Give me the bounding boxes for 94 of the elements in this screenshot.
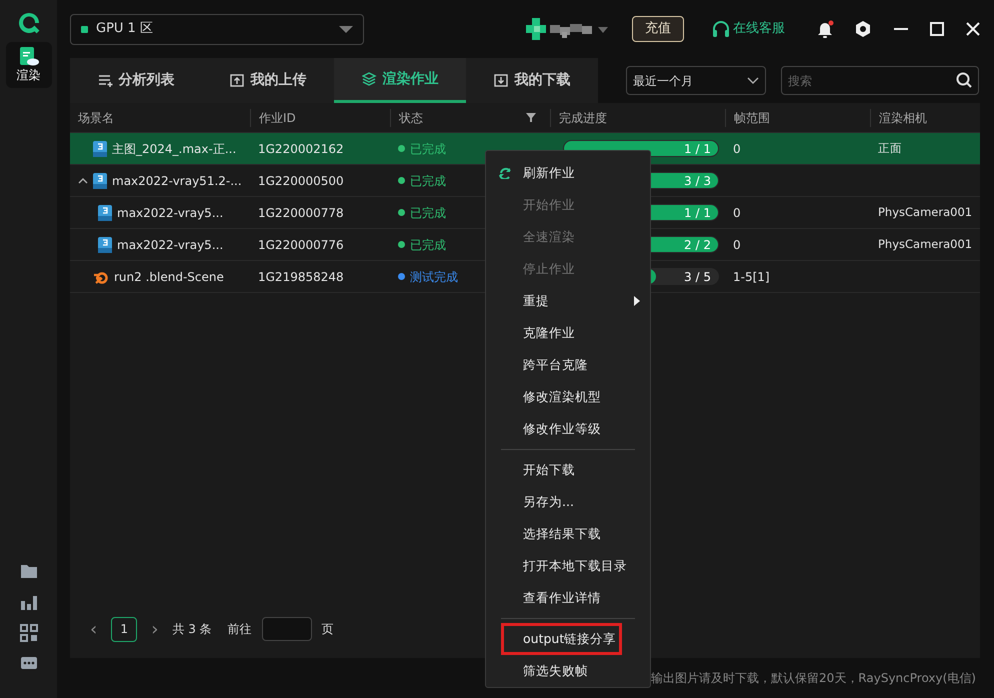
menu-item[interactable]: 打开本地下载目录	[486, 550, 650, 582]
scene-name: run2 .blend-Scene	[114, 268, 224, 286]
camera-name: PhysCamera001	[878, 236, 972, 253]
menu-item[interactable]: 克隆作业	[486, 317, 650, 349]
menu-item[interactable]: 跨平台克隆	[486, 349, 650, 381]
menu-item[interactable]: output链接分享	[501, 623, 622, 655]
notification-bell-icon[interactable]	[817, 20, 834, 38]
column-header: 作业ID	[259, 110, 296, 126]
refresh-icon	[499, 167, 511, 179]
maximize-icon	[930, 22, 944, 36]
max-file-icon	[98, 236, 112, 252]
previous-page-button[interactable]: ‹	[86, 616, 102, 642]
caret-icon	[339, 26, 353, 32]
next-page-button[interactable]: ›	[147, 616, 162, 642]
menu-item[interactable]: 开始下载	[486, 454, 650, 486]
download-icon	[494, 73, 508, 88]
status-text: 输出图片请及时下载，默认保留20天，RaySyncProxy(电信)	[651, 670, 976, 687]
progress-count: 3 / 3	[684, 172, 711, 189]
job-status: 测试完成	[410, 268, 458, 286]
progress-count: 1 / 1	[684, 204, 711, 221]
minimize-icon	[894, 28, 908, 30]
tab[interactable]: 我的下载	[466, 58, 598, 103]
status-square-icon	[81, 26, 88, 32]
render-nav-item[interactable]: 渲染	[6, 42, 52, 88]
scene-name: max2022-vray51.2-...	[112, 172, 242, 190]
page-input[interactable]	[262, 617, 312, 641]
total-count: 共 3 条	[172, 621, 212, 638]
menu-item[interactable]: 重提	[486, 285, 650, 317]
chat-icon[interactable]	[20, 656, 38, 670]
column-header: 场景名	[78, 110, 114, 126]
layers-icon	[362, 72, 376, 86]
scene-name: 主图_2024_.max-正...	[112, 140, 236, 158]
column-header: 完成进度	[559, 110, 607, 126]
close-icon	[966, 22, 980, 36]
upload-icon	[230, 73, 244, 88]
search-icon[interactable]	[956, 72, 972, 88]
job-id: 1G219858248	[258, 268, 344, 286]
progress-count: 2 / 2	[684, 236, 711, 253]
job-status: 已完成	[410, 236, 446, 254]
filter-icon[interactable]	[526, 113, 536, 122]
job-status: 已完成	[410, 172, 446, 190]
chevron-down-icon	[747, 77, 759, 84]
max-file-icon	[98, 204, 112, 220]
submenu-arrow-icon	[634, 296, 640, 306]
page-button[interactable]: 1	[111, 616, 138, 642]
menu-item[interactable]: 另存为...	[486, 486, 650, 518]
menu-item[interactable]: 选择结果下载	[486, 518, 650, 550]
maximize-button[interactable]	[930, 22, 944, 36]
period-select[interactable]: 最近一个月	[626, 66, 766, 95]
tab[interactable]: 我的上传	[202, 58, 334, 103]
document-cloud-icon	[18, 46, 38, 66]
menu-item[interactable]: 修改渲染机型	[486, 381, 650, 413]
page-unit: 页	[322, 621, 334, 638]
menu-item[interactable]: 查看作业详情	[486, 582, 650, 614]
job-id: 1G220000778	[258, 204, 344, 222]
list-icon	[98, 73, 112, 88]
frame-range: 0	[733, 204, 741, 222]
region-select[interactable]: GPU 1 区	[70, 14, 364, 44]
support-link[interactable]: 在线客服	[706, 18, 791, 40]
tab[interactable]: 分析列表	[70, 58, 202, 103]
job-status: 已完成	[410, 204, 446, 222]
menu-item[interactable]: 修改作业等级	[486, 413, 650, 445]
max-file-icon	[93, 140, 107, 156]
progress-count: 1 / 1	[684, 140, 711, 157]
progress-count: 3 / 5	[684, 268, 711, 285]
table-row[interactable]: 主图_2024_.max-正... 1G220002162 已完成 1 / 1 0 正面	[70, 133, 980, 165]
qr-code-icon[interactable]	[20, 624, 38, 642]
menu-item[interactable]: 筛选失败帧	[486, 655, 650, 687]
expand-toggle-icon[interactable]	[78, 176, 88, 184]
headset-icon	[712, 20, 730, 38]
column-header: 状态	[399, 110, 423, 126]
blurred-user-drawing[interactable]	[526, 18, 610, 40]
job-id: 1G220000500	[258, 172, 344, 190]
folder-icon[interactable]	[20, 562, 38, 579]
scene-name: max2022-vray5...	[117, 236, 224, 254]
frame-range: 1-5[1]	[733, 268, 770, 286]
scene-name: max2022-vray5...	[117, 204, 224, 222]
camera-name: 正面	[878, 140, 902, 157]
job-status: 已完成	[410, 140, 446, 158]
max-file-icon	[93, 172, 107, 188]
bar-chart-icon[interactable]	[20, 593, 38, 610]
column-header: 渲染相机	[879, 110, 927, 126]
camera-name: PhysCamera001	[878, 204, 972, 221]
tab[interactable]: 渲染作业	[334, 58, 466, 103]
column-header: 帧范围	[734, 110, 770, 126]
settings-icon[interactable]	[854, 20, 872, 38]
job-id: 1G220000776	[258, 236, 344, 254]
close-button[interactable]	[966, 22, 980, 36]
search-field[interactable]: 搜索	[781, 66, 979, 95]
goto-label: 前往	[228, 621, 252, 638]
recharge-button[interactable]: 充值	[632, 16, 684, 42]
frame-range: 0	[733, 140, 741, 158]
frame-range: 0	[733, 236, 741, 254]
job-id: 1G220002162	[258, 140, 344, 158]
